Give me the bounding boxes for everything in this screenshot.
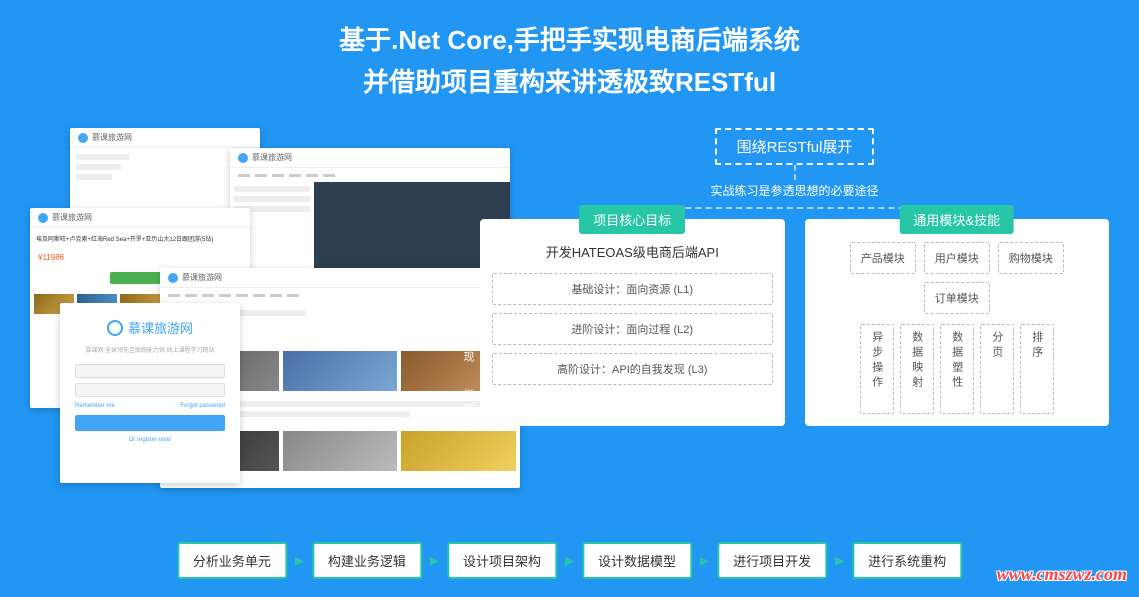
flow-3: 设计项目架构 (447, 542, 557, 579)
skill-mapping: 数据映射 (900, 324, 934, 414)
screenshot-login: 慕课旅游网 慕课网 全球领先互联网能力供 线上课程学习网站 Remember m… (60, 303, 240, 483)
module-order: 订单模块 (924, 282, 990, 314)
screenshot-2: 慕课旅游网 (230, 148, 510, 288)
skill-async: 异步操作 (860, 324, 894, 414)
level-2: 进阶设计：面向过程 (L2) (492, 313, 773, 345)
modules-badge: 通用模块&技能 (899, 205, 1014, 234)
core-badge: 项目核心目标 (579, 205, 685, 234)
level-3: 高阶设计：API的自我发现 (L3) (492, 353, 773, 385)
hero-title: 基于.Net Core,手把手实现电商后端系统 并借助项目重构来讲透极致REST… (30, 20, 1109, 103)
module-product: 产品模块 (850, 242, 916, 274)
side-label-2: 逐级掌握 (460, 389, 492, 426)
flow-steps: 分析业务单元 ▸ 构建业务逻辑 ▸ 设计项目架构 ▸ 设计数据模型 ▸ 进行项目… (177, 542, 962, 579)
chevron-right-icon: ▸ (835, 550, 844, 571)
price-text: ¥11986 (30, 249, 250, 266)
level-1: 基础设计：面向资源 (L1) (492, 273, 773, 305)
side-label-1: 逐步实现 (460, 309, 476, 365)
chevron-right-icon: ▸ (700, 550, 709, 571)
diagram-section: 围绕RESTful展开 实战练习是参透思想的必要途径 项目核心目标 开发HATE… (480, 128, 1109, 498)
logo-icon (107, 320, 123, 336)
flow-4: 设计数据模型 (582, 542, 692, 579)
card-modules: 通用模块&技能 产品模块 用户模块 购物模块 订单模块 异步操作 数据映射 数据… (805, 219, 1110, 426)
core-title: 开发HATEOAS级电商后端API (492, 242, 773, 261)
flow-5: 进行项目开发 (717, 542, 827, 579)
chevron-right-icon: ▸ (565, 550, 574, 571)
flow-1: 分析业务单元 (177, 542, 287, 579)
flow-2: 构建业务逻辑 (312, 542, 422, 579)
skill-sort: 排序 (1020, 324, 1054, 414)
restful-subtitle: 实战练习是参透思想的必要途径 (710, 182, 878, 199)
screenshot-collage: 慕课旅游网 慕课旅游网 慕课旅游网 埃及阿斯旺+卢克索+红海Red Sea+开罗… (30, 128, 460, 498)
chevron-right-icon: ▸ (295, 550, 304, 571)
flow-6: 进行系统重构 (852, 542, 962, 579)
login-brand: 慕课旅游网 (128, 318, 193, 337)
chevron-right-icon: ▸ (430, 550, 439, 571)
skill-paging: 分页 (980, 324, 1014, 414)
username-field (75, 364, 225, 378)
card-core-goals: 项目核心目标 开发HATEOAS级电商后端API 逐步实现 逐级掌握 基础设计：… (480, 219, 785, 426)
watermark: www.cmszwz.com (997, 564, 1127, 585)
login-button (75, 415, 225, 431)
hero-line1: 基于.Net Core,手把手实现电商后端系统 (30, 20, 1109, 62)
restful-badge: 围绕RESTful展开 (715, 128, 875, 165)
module-cart: 购物模块 (998, 242, 1064, 274)
hero-line2: 并借助项目重构来讲透极致RESTful (30, 62, 1109, 104)
password-field (75, 383, 225, 397)
skill-shaping: 数据塑性 (940, 324, 974, 414)
module-user: 用户模块 (924, 242, 990, 274)
